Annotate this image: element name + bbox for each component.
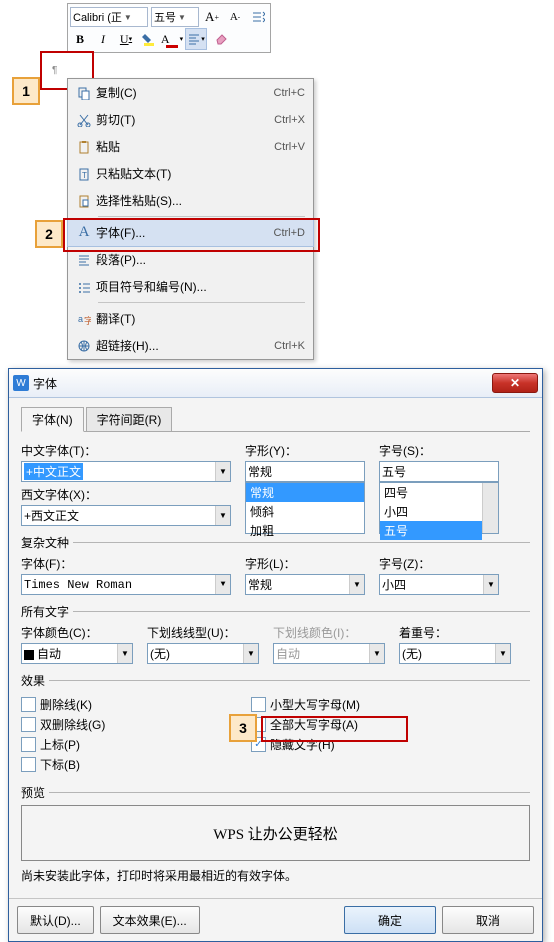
svg-text:字: 字: [84, 315, 91, 326]
font-dialog: W 字体 ✕ 字体(N) 字符间距(R) 中文字体(T)： +中文正文▼ 字形(…: [8, 368, 543, 942]
complex-heading: 复杂文种: [21, 534, 69, 551]
text-effect-button[interactable]: 文本效果(E)...: [100, 906, 200, 934]
complex-style-label: 字形(L)：: [245, 555, 365, 572]
line-spacing-icon: [251, 10, 265, 24]
eraser-icon: [213, 32, 227, 46]
underline-color-label: 下划线颜色(I)：: [273, 624, 385, 641]
size-input[interactable]: 五号: [379, 461, 499, 482]
italic-button[interactable]: I: [93, 29, 113, 49]
ok-button[interactable]: 确定: [344, 906, 436, 934]
increase-font-button[interactable]: A+: [202, 7, 222, 27]
check-allcaps[interactable]: 全部大写字母(A): [251, 716, 360, 733]
underline-label: 下划线线型(U)：: [147, 624, 259, 641]
check-double-strike[interactable]: 双删除线(G): [21, 716, 251, 733]
eraser-button[interactable]: [210, 29, 230, 49]
preview-box: WPS 让办公更轻松: [21, 805, 530, 861]
dialog-title: 字体: [33, 375, 492, 392]
underline-button[interactable]: U▾: [116, 29, 136, 49]
cancel-button[interactable]: 取消: [442, 906, 534, 934]
en-font-label: 西文字体(X)：: [21, 486, 231, 503]
svg-text:T: T: [82, 171, 87, 180]
close-button[interactable]: ✕: [492, 373, 538, 393]
font-note: 尚未安装此字体，打印时将采用最相近的有效字体。: [21, 867, 530, 884]
menu-translate[interactable]: a字 翻译(T): [68, 305, 313, 332]
line-spacing-button[interactable]: [248, 7, 268, 27]
decrease-font-button[interactable]: A-: [225, 7, 245, 27]
effects-heading: 效果: [21, 672, 45, 689]
font-name-dropdown[interactable]: Calibri (正▼: [70, 7, 148, 27]
style-listbox[interactable]: 常规 倾斜 加粗: [245, 482, 365, 534]
complex-font-combo[interactable]: Times New Roman▼: [21, 574, 231, 595]
tab-char-spacing[interactable]: 字符间距(R): [86, 407, 173, 432]
complex-font-label: 字体(F)：: [21, 555, 231, 572]
menu-copy[interactable]: 复制(C)Ctrl+C: [68, 79, 313, 106]
underline-combo[interactable]: (无)▼: [147, 643, 259, 664]
menu-paste[interactable]: 粘贴Ctrl+V: [68, 133, 313, 160]
paste-text-icon: T: [72, 167, 96, 181]
paste-icon: [72, 140, 96, 154]
check-strike[interactable]: 删除线(K): [21, 696, 251, 713]
tab-font[interactable]: 字体(N): [21, 407, 84, 432]
dialog-tabs: 字体(N) 字符间距(R): [21, 406, 530, 432]
complex-size-combo[interactable]: 小四▼: [379, 574, 499, 595]
emphasis-combo[interactable]: (无)▼: [399, 643, 511, 664]
cn-font-label: 中文字体(T)：: [21, 442, 231, 459]
underline-color-combo: 自动▼: [273, 643, 385, 664]
hyperlink-icon: [72, 339, 96, 353]
formatting-toolbar: Calibri (正▼ 五号▼ A+ A- B I U▾ A▾ ▾: [67, 3, 271, 53]
en-font-combo[interactable]: +西文正文▼: [21, 505, 231, 526]
callout-2: 2: [35, 220, 63, 248]
align-icon: [187, 32, 201, 46]
default-button[interactable]: 默认(D)...: [17, 906, 94, 934]
style-input[interactable]: 常规: [245, 461, 365, 482]
paragraph-icon: [72, 253, 96, 267]
copy-icon: [72, 86, 96, 100]
font-color-button[interactable]: A▾: [162, 29, 182, 49]
preview-heading: 预览: [21, 784, 45, 801]
dialog-button-bar: 默认(D)... 文本效果(E)... 确定 取消: [9, 898, 542, 941]
app-logo-icon: W: [13, 375, 29, 391]
menu-paste-special[interactable]: 选择性粘贴(S)...: [68, 187, 313, 214]
size-label: 字号(S)：: [379, 442, 499, 459]
check-smallcaps[interactable]: 小型大写字母(M): [251, 696, 360, 713]
context-menu: 复制(C)Ctrl+C 剪切(T)Ctrl+X 粘贴Ctrl+V T 只粘贴文本…: [67, 78, 314, 360]
font-icon: A: [72, 224, 96, 241]
paste-special-icon: [72, 194, 96, 208]
all-text-heading: 所有文字: [21, 603, 69, 620]
check-subscript[interactable]: 下标(B): [21, 756, 251, 773]
align-button[interactable]: ▾: [185, 28, 207, 50]
check-superscript[interactable]: 上标(P): [21, 736, 251, 753]
callout-1: 1: [12, 77, 40, 105]
menu-bullets[interactable]: 项目符号和编号(N)...: [68, 273, 313, 300]
complex-style-combo[interactable]: 常规▼: [245, 574, 365, 595]
bold-button[interactable]: B: [70, 29, 90, 49]
font-size-dropdown[interactable]: 五号▼: [151, 7, 199, 27]
translate-icon: a字: [72, 312, 96, 326]
paragraph-mark: ¶: [52, 65, 62, 76]
bullets-icon: [72, 280, 96, 294]
dialog-titlebar: W 字体 ✕: [9, 369, 542, 398]
menu-font[interactable]: A 字体(F)...Ctrl+D: [67, 218, 314, 247]
font-color-combo[interactable]: 自动▼: [21, 643, 133, 664]
size-scrollbar[interactable]: [482, 483, 498, 533]
svg-text:a: a: [78, 314, 83, 324]
size-listbox[interactable]: 四号 小四 五号: [379, 482, 499, 534]
highlight-button[interactable]: [139, 29, 159, 49]
menu-paragraph[interactable]: 段落(P)...: [68, 246, 313, 273]
menu-cut[interactable]: 剪切(T)Ctrl+X: [68, 106, 313, 133]
cn-font-combo[interactable]: +中文正文▼: [21, 461, 231, 482]
check-hidden[interactable]: ✓隐藏文字(H): [251, 736, 360, 753]
complex-size-label: 字号(Z)：: [379, 555, 499, 572]
callout-3: 3: [229, 714, 257, 742]
cut-icon: [72, 113, 96, 127]
font-color-label: 字体颜色(C)：: [21, 624, 133, 641]
emphasis-label: 着重号：: [399, 624, 511, 641]
style-label: 字形(Y)：: [245, 442, 365, 459]
menu-hyperlink[interactable]: 超链接(H)...Ctrl+K: [68, 332, 313, 359]
menu-paste-text[interactable]: T 只粘贴文本(T): [68, 160, 313, 187]
highlight-icon: [142, 32, 156, 46]
